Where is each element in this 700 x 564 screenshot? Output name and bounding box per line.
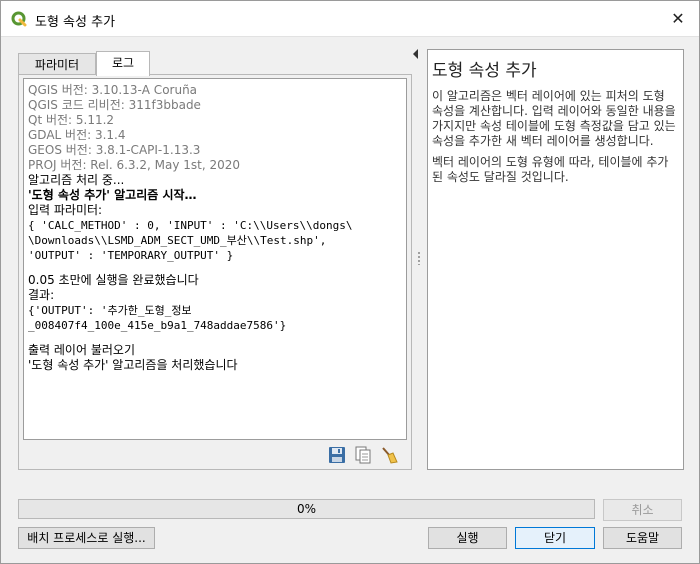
- tab-log[interactable]: 로그: [96, 51, 150, 76]
- log-line: 입력 파라미터:: [28, 203, 103, 217]
- splitter-handle[interactable]: [417, 251, 421, 265]
- title-bar: 도형 속성 추가 ✕: [1, 1, 699, 37]
- log-line: PROJ 버전: Rel. 6.3.2, May 1st, 2020: [28, 158, 241, 172]
- tab-parameters[interactable]: 파라미터: [18, 53, 96, 75]
- log-line: {'OUTPUT': '추가한_도형_정보: [28, 304, 192, 317]
- progress-label: 0%: [296, 502, 317, 516]
- clear-broom-icon[interactable]: [379, 445, 399, 465]
- log-line: QGIS 코드 리비전: 311f3bbade: [28, 98, 201, 112]
- collapse-arrow-icon[interactable]: [413, 49, 418, 59]
- log-line: 출력 레이어 불러오기: [28, 343, 135, 357]
- save-icon[interactable]: [327, 445, 347, 465]
- log-line: GDAL 버전: 3.1.4: [28, 128, 126, 142]
- copy-icon[interactable]: [353, 445, 373, 465]
- window-title: 도형 속성 추가: [35, 15, 116, 30]
- help-panel: 도형 속성 추가 이 알고리즘은 벡터 레이어에 있는 피처의 도형 속성을 계…: [427, 49, 684, 470]
- log-panel: QGIS 버전: 3.10.13-A Coruña QGIS 코드 리비전: 31…: [18, 74, 412, 470]
- log-line: GEOS 버전: 3.8.1-CAPI-1.13.3: [28, 143, 201, 157]
- log-line: '도형 속성 추가' 알고리즘 시작…: [28, 188, 197, 202]
- run-button[interactable]: 실행: [428, 527, 507, 549]
- progress-bar: 0%: [18, 499, 595, 519]
- log-line: '도형 속성 추가' 알고리즘을 처리했습니다: [28, 358, 238, 372]
- log-line: 결과:: [28, 288, 55, 302]
- cancel-button[interactable]: 취소: [603, 499, 682, 521]
- help-paragraph-1: 이 알고리즘은 벡터 레이어에 있는 피처의 도형 속성을 계산합니다. 입력 …: [432, 89, 676, 148]
- log-line: Qt 버전: 5.11.2: [28, 113, 115, 127]
- log-line: 0.05 초만에 실행을 완료했습니다: [28, 273, 199, 287]
- help-paragraph-2: 벡터 레이어의 도형 유형에 따라, 테이블에 추가된 속성도 달라질 것입니다…: [432, 155, 669, 184]
- close-button[interactable]: 닫기: [515, 527, 595, 549]
- batch-process-button[interactable]: 배치 프로세스로 실행...: [18, 527, 155, 549]
- help-title: 도형 속성 추가: [432, 61, 537, 81]
- qgis-logo-icon: [11, 11, 27, 27]
- log-line: \Downloads\\LSMD_ADM_SECT_UMD_부산\\Test.s…: [28, 234, 327, 247]
- log-line: QGIS 버전: 3.10.13-A Coruña: [28, 83, 198, 97]
- log-text-area[interactable]: QGIS 버전: 3.10.13-A Coruña QGIS 코드 리비전: 31…: [23, 78, 407, 440]
- log-toolbar: [327, 445, 403, 465]
- dialog-window: 도형 속성 추가 ✕ 파라미터 로그 QGIS 버전: 3.10.13-A Co…: [0, 0, 700, 564]
- close-icon[interactable]: ✕: [663, 5, 693, 33]
- log-line: 알고리즘 처리 중...: [28, 173, 125, 187]
- log-line: { 'CALC_METHOD' : 0, 'INPUT' : 'C:\\User…: [28, 219, 353, 232]
- log-line: 'OUTPUT' : 'TEMPORARY_OUTPUT' }: [28, 249, 234, 262]
- log-line: _008407f4_100e_415e_b9a1_748addae7586'}: [28, 319, 287, 332]
- help-button[interactable]: 도움말: [603, 527, 682, 549]
